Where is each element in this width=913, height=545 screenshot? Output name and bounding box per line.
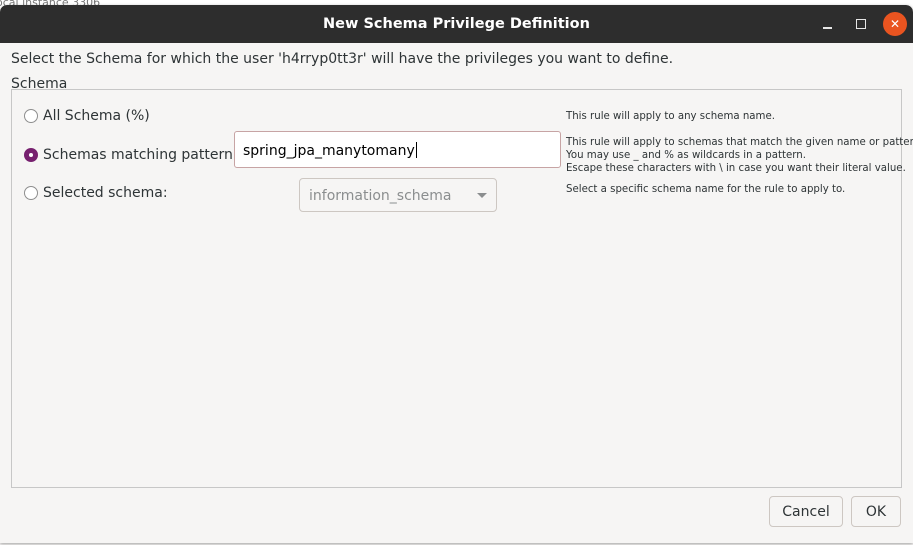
hint-selected-schema: Select a specific schema name for the ru… <box>566 183 845 196</box>
minimize-button[interactable] <box>815 12 839 36</box>
hint-matching-pattern-line-2: You may use _ and % as wildcards in a pa… <box>566 150 806 161</box>
hint-matching-pattern-line-1: This rule will apply to schemas that mat… <box>566 137 913 148</box>
hint-all-schema: This rule will apply to any schema name. <box>566 110 775 123</box>
pattern-input-value: spring_jpa_manytomany <box>243 143 415 159</box>
cancel-button[interactable]: Cancel <box>769 496 843 527</box>
schema-group-label: Schema <box>11 76 68 92</box>
text-caret <box>415 142 417 158</box>
minimize-icon <box>822 27 832 29</box>
hint-selected-schema-line: Select a specific schema name for the ru… <box>566 184 846 195</box>
close-button[interactable]: ✕ <box>883 12 907 36</box>
pattern-input[interactable]: spring_jpa_manytomany <box>234 131 561 168</box>
radio-matching-pattern-label: Schemas matching pattern: <box>43 147 238 163</box>
schema-select-dropdown[interactable]: information_schema <box>299 178 497 212</box>
hint-matching-pattern-line-3: Escape these characters with \ in case y… <box>566 163 906 174</box>
dialog-title: New Schema Privilege Definition <box>323 16 590 32</box>
close-icon: ✕ <box>889 17 901 31</box>
radio-all-schema[interactable]: All Schema (%) <box>24 108 150 124</box>
radio-all-schema-indicator[interactable] <box>24 109 38 123</box>
title-bar[interactable]: New Schema Privilege Definition ✕ <box>0 5 913 43</box>
hint-matching-pattern: This rule will apply to schemas that mat… <box>566 136 913 175</box>
maximize-button[interactable] <box>849 12 873 36</box>
radio-matching-pattern-indicator[interactable] <box>24 148 38 162</box>
schema-select-value: information_schema <box>309 188 452 204</box>
ok-button[interactable]: OK <box>851 496 901 527</box>
instruction-text: Select the Schema for which the user 'h4… <box>11 51 674 67</box>
hint-all-schema-line: This rule will apply to any schema name. <box>566 111 775 122</box>
radio-all-schema-label: All Schema (%) <box>43 108 150 124</box>
maximize-icon <box>856 19 866 29</box>
radio-selected-schema-label: Selected schema: <box>43 185 168 201</box>
radio-selected-schema[interactable]: Selected schema: <box>24 185 168 201</box>
chevron-down-icon <box>477 193 487 198</box>
radio-matching-pattern[interactable]: Schemas matching pattern: <box>24 147 238 163</box>
radio-selected-schema-indicator[interactable] <box>24 186 38 200</box>
